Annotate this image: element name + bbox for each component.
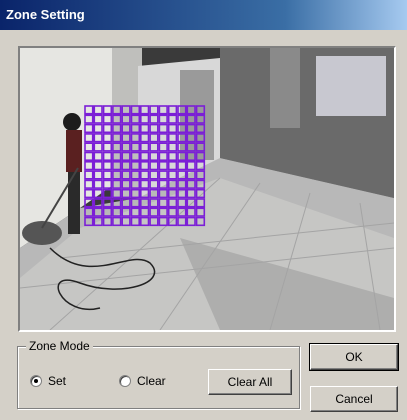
- zone-mode-group: Zone Mode Set Clear Clear All: [17, 339, 300, 409]
- zone-setting-dialog: Zone Setting Zone Mode Set Clear Clear A…: [0, 0, 407, 420]
- set-radio-label: Set: [48, 374, 67, 388]
- clear-radio-indicator[interactable]: [119, 375, 131, 387]
- zone-mode-label: Zone Mode: [26, 339, 93, 353]
- clear-radio-label: Clear: [137, 374, 166, 388]
- set-radio[interactable]: Set: [30, 374, 66, 388]
- clear-radio[interactable]: Clear: [119, 374, 166, 388]
- title-bar[interactable]: Zone Setting: [0, 0, 407, 30]
- set-radio-indicator[interactable]: [30, 375, 42, 387]
- ok-button[interactable]: OK: [309, 343, 399, 371]
- camera-preview[interactable]: [18, 46, 396, 332]
- camera-scene: [20, 48, 394, 330]
- window-title: Zone Setting: [6, 7, 85, 22]
- cancel-button[interactable]: Cancel: [310, 386, 398, 412]
- clear-all-button[interactable]: Clear All: [208, 369, 292, 395]
